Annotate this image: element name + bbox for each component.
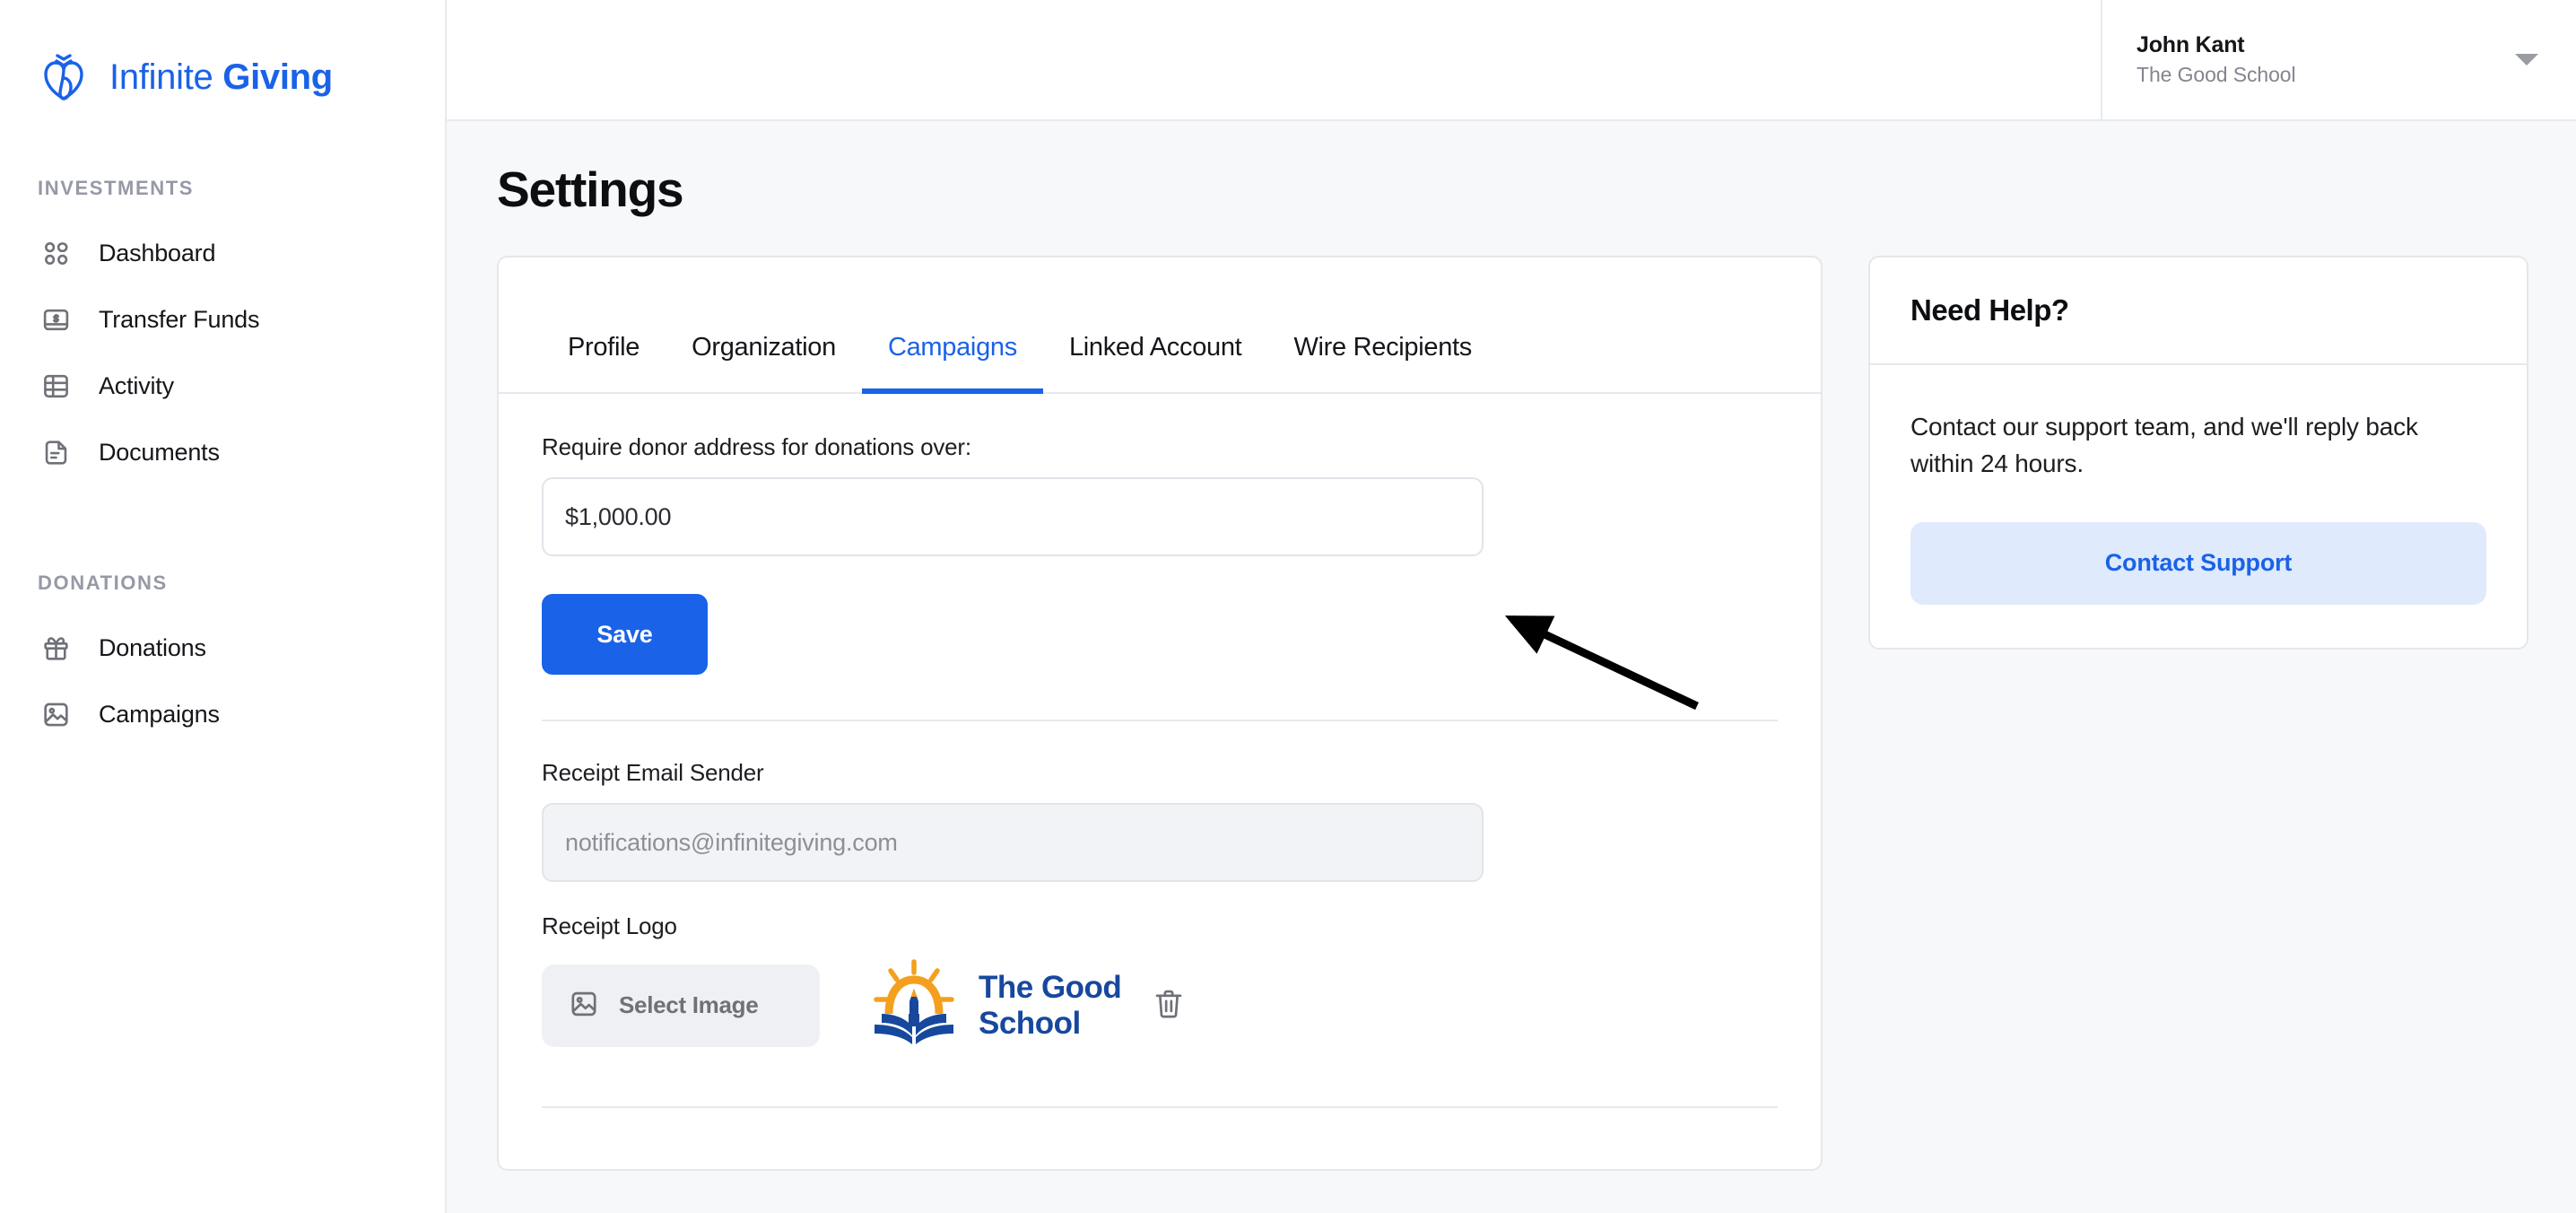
the-good-school-logo-icon bbox=[869, 958, 959, 1052]
app-root: Infinite Giving INVESTMENTS Dashboard Tr… bbox=[0, 0, 2576, 1213]
need-help-title: Need Help? bbox=[1910, 293, 2069, 327]
receipt-logo-row: Select Image The Good School bbox=[542, 958, 1778, 1052]
receipt-logo-text: The Good School bbox=[979, 970, 1122, 1041]
image-icon bbox=[569, 989, 599, 1022]
campaigns-panel: Require donor address for donations over… bbox=[499, 394, 1821, 1108]
dashboard-icon bbox=[38, 235, 74, 271]
sidebar-group-donations: DONATIONS Donations Campaigns bbox=[0, 572, 445, 747]
logo-text-line-1: The Good bbox=[979, 970, 1122, 1006]
donor-address-label: Require donor address for donations over… bbox=[542, 433, 971, 460]
document-icon bbox=[38, 434, 74, 470]
donor-address-input[interactable]: $1,000.00 bbox=[542, 477, 1484, 556]
section-divider bbox=[542, 720, 1778, 721]
sidebar-item-campaigns[interactable]: Campaigns bbox=[0, 681, 445, 747]
main-area: John Kant The Good School Settings Profi… bbox=[447, 0, 2576, 1213]
contact-support-button[interactable]: Contact Support bbox=[1910, 521, 2486, 605]
sidebar-item-donations[interactable]: Donations bbox=[0, 615, 445, 681]
brand-name-bold: Giving bbox=[222, 57, 333, 97]
sidebar-item-label: Documents bbox=[99, 438, 220, 466]
sidebar-section-label-donations: DONATIONS bbox=[38, 572, 168, 594]
sidebar-group-investments: INVESTMENTS Dashboard Transfer Funds Act… bbox=[0, 177, 445, 485]
money-card-icon bbox=[38, 301, 74, 337]
tab-organization[interactable]: Organization bbox=[666, 333, 862, 392]
settings-card: Profile Organization Campaigns Linked Ac… bbox=[497, 256, 1823, 1171]
select-image-button[interactable]: Select Image bbox=[542, 964, 820, 1047]
sidebar: Infinite Giving INVESTMENTS Dashboard Tr… bbox=[0, 0, 447, 1213]
sidebar-section-label-investments: INVESTMENTS bbox=[38, 177, 195, 199]
sidebar-item-label: Donations bbox=[99, 633, 206, 661]
user-organization: The Good School bbox=[2137, 63, 2296, 86]
receipt-logo-label: Receipt Logo bbox=[542, 912, 677, 939]
save-button[interactable]: Save bbox=[542, 594, 708, 675]
trash-icon bbox=[1152, 990, 1186, 1024]
need-help-body: Contact our support team, and we'll repl… bbox=[1870, 365, 2527, 648]
sidebar-item-label: Campaigns bbox=[99, 700, 220, 728]
sidebar-item-documents[interactable]: Documents bbox=[0, 419, 445, 485]
logo-text-line-2: School bbox=[979, 1005, 1081, 1041]
content-columns: Profile Organization Campaigns Linked Ac… bbox=[497, 256, 2576, 1171]
infinite-giving-logo-icon bbox=[38, 52, 90, 104]
brand-text: Infinite Giving bbox=[109, 57, 333, 98]
sidebar-item-label: Transfer Funds bbox=[99, 305, 260, 333]
tab-linked-account[interactable]: Linked Account bbox=[1043, 333, 1268, 392]
tab-profile[interactable]: Profile bbox=[542, 333, 666, 392]
sidebar-item-dashboard[interactable]: Dashboard bbox=[0, 220, 445, 286]
need-help-card: Need Help? Contact our support team, and… bbox=[1868, 256, 2528, 650]
chevron-down-icon[interactable] bbox=[2515, 54, 2538, 65]
brand-name-light: Infinite bbox=[109, 57, 213, 97]
top-bar: John Kant The Good School bbox=[447, 0, 2576, 121]
receipt-logo-preview: The Good School bbox=[869, 958, 1186, 1052]
need-help-text: Contact our support team, and we'll repl… bbox=[1910, 413, 2418, 478]
receipt-email-input[interactable]: notifications@infinitegiving.com bbox=[542, 803, 1484, 882]
user-info: John Kant The Good School bbox=[2137, 32, 2296, 87]
delete-logo-button[interactable] bbox=[1152, 987, 1186, 1024]
page-title: Settings bbox=[497, 161, 684, 217]
settings-tabs: Profile Organization Campaigns Linked Ac… bbox=[499, 257, 1821, 394]
sidebar-item-transfer-funds[interactable]: Transfer Funds bbox=[0, 286, 445, 353]
receipt-email-label: Receipt Email Sender bbox=[542, 759, 764, 786]
gift-icon bbox=[38, 630, 74, 666]
select-image-label: Select Image bbox=[619, 991, 759, 1018]
tab-campaigns[interactable]: Campaigns bbox=[861, 333, 1043, 394]
table-grid-icon bbox=[38, 368, 74, 404]
sidebar-item-label: Dashboard bbox=[99, 239, 216, 266]
need-help-header: Need Help? bbox=[1870, 257, 2527, 365]
image-icon bbox=[38, 696, 74, 732]
section-divider-bottom bbox=[542, 1106, 1778, 1108]
sidebar-item-activity[interactable]: Activity bbox=[0, 353, 445, 419]
sidebar-item-label: Activity bbox=[99, 371, 174, 399]
user-name: John Kant bbox=[2137, 32, 2245, 57]
tab-wire-recipients[interactable]: Wire Recipients bbox=[1267, 333, 1498, 392]
page-content: Settings Profile Organization Campaigns … bbox=[447, 121, 2576, 1213]
brand-logo-link[interactable]: Infinite Giving bbox=[0, 0, 445, 121]
user-account-menu[interactable]: John Kant The Good School bbox=[2101, 0, 2576, 119]
